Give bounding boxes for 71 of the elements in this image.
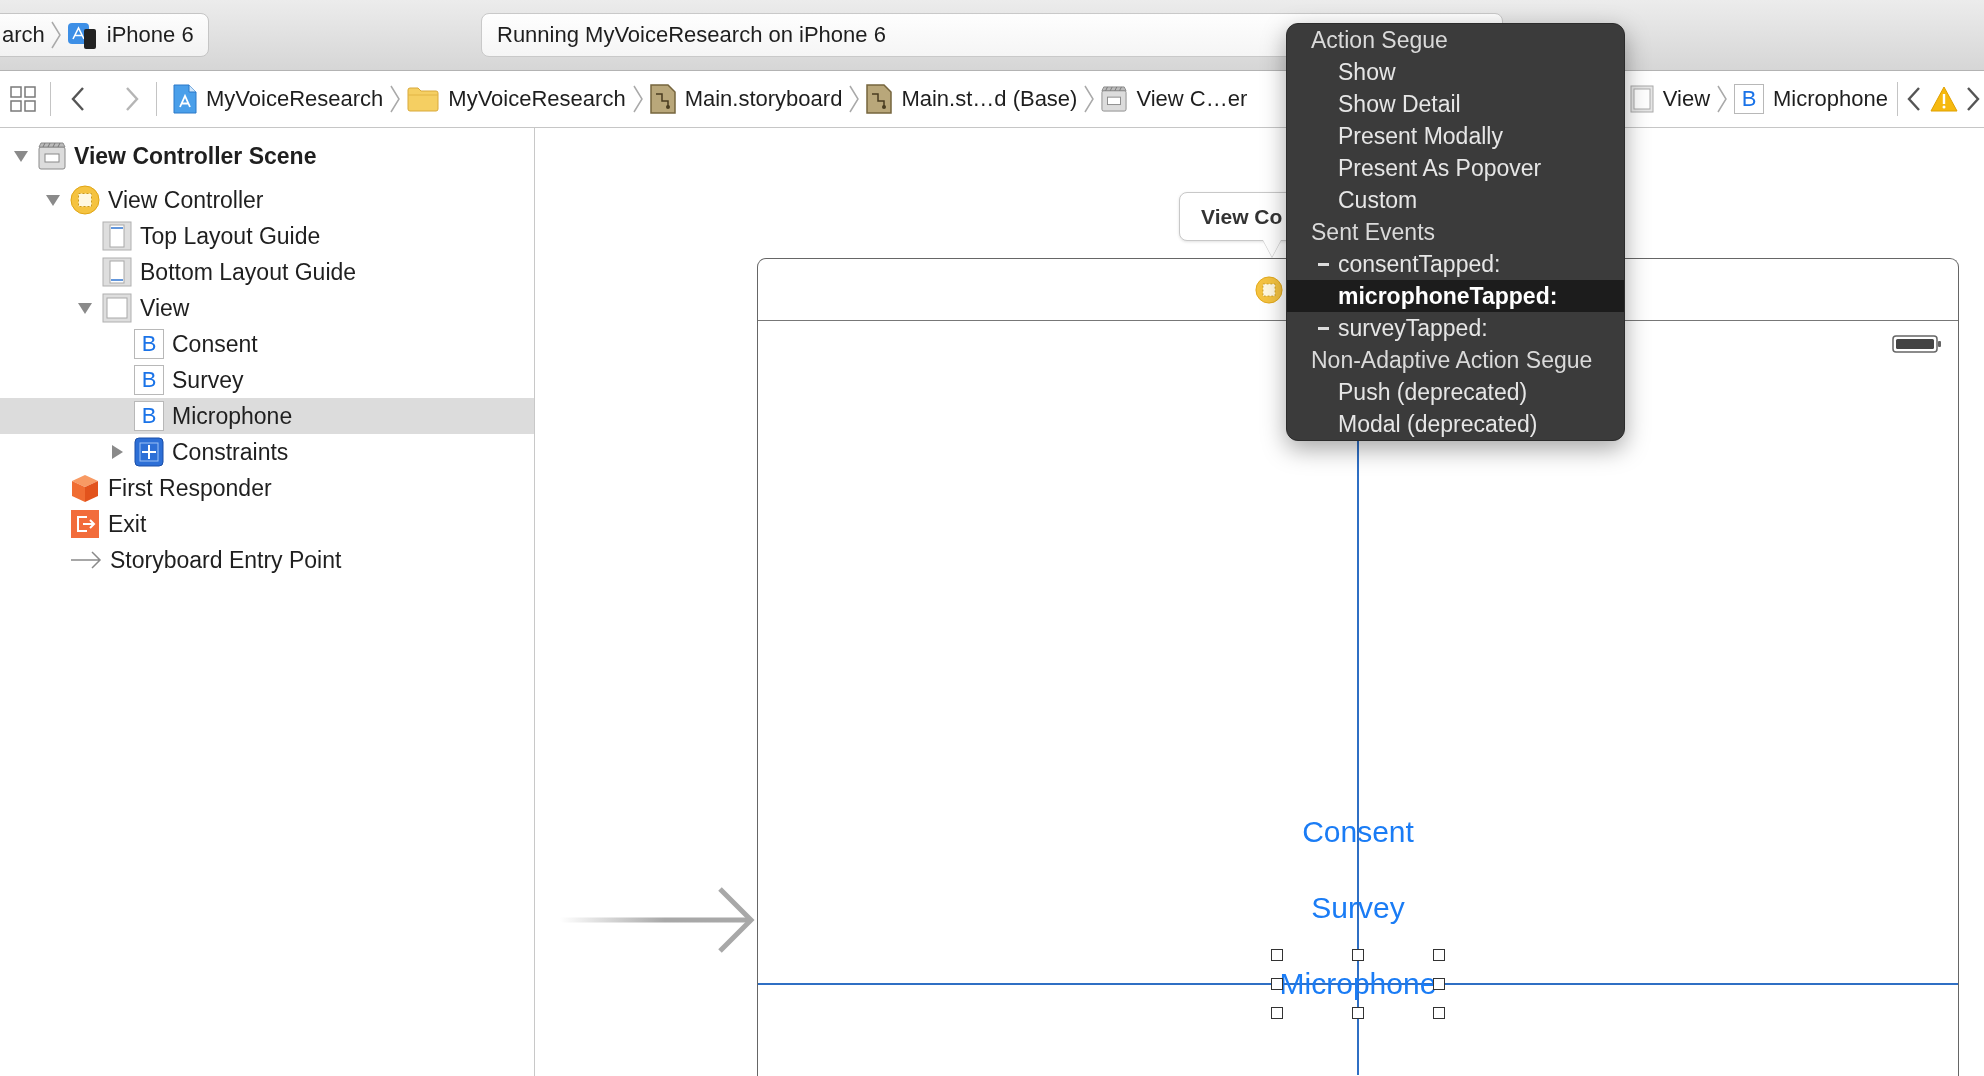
chevron-icon — [1717, 85, 1728, 113]
menu-item[interactable]: Show Detail — [1287, 88, 1624, 120]
chevron-icon — [50, 21, 61, 49]
path-item[interactable]: MyVoiceResearch — [173, 84, 384, 114]
cube-icon — [70, 473, 100, 503]
outline-item[interactable]: First Responder — [0, 470, 534, 506]
menu-section-header: Non-Adaptive Action Segue — [1310, 346, 1594, 375]
back-icon[interactable] — [71, 87, 85, 111]
menu-item[interactable]: microphoneTapped: — [1287, 280, 1624, 312]
disclosure-triangle-icon[interactable] — [109, 444, 125, 460]
disclosure-triangle-icon[interactable] — [45, 192, 61, 208]
clapboard-icon — [1101, 86, 1128, 112]
menu-item[interactable]: Show — [1287, 56, 1624, 88]
outline-item[interactable]: View — [0, 290, 534, 326]
storyboard-file-icon — [649, 84, 676, 114]
square-icon — [1629, 85, 1654, 113]
menu-section-header: Sent Events — [1310, 218, 1437, 247]
chevron-left-icon[interactable] — [1907, 87, 1921, 111]
battery-icon — [1892, 335, 1942, 353]
chevron-icon — [390, 85, 401, 113]
layout-guide-icon — [102, 221, 132, 251]
letter-tile-icon: B — [1734, 84, 1765, 114]
layout-guide-icon — [102, 257, 132, 287]
menu-item[interactable]: surveyTapped: — [1287, 312, 1624, 344]
dotted-square-circle-icon[interactable] — [1255, 275, 1283, 304]
grid-tile-icon — [134, 437, 164, 467]
menu-item[interactable]: Modal (deprecated) — [1287, 408, 1624, 440]
arrow-icon — [70, 550, 102, 570]
outline-item[interactable]: Top Layout Guide — [0, 218, 534, 254]
menu-section-header: Action Segue — [1310, 26, 1449, 55]
scheme-button[interactable]: arch — [2, 22, 45, 48]
letter-tile-icon: B — [134, 329, 164, 359]
square-icon — [102, 293, 132, 323]
disclosure-triangle-icon[interactable] — [77, 300, 93, 316]
letter-tile-icon: B — [134, 365, 164, 395]
path-item[interactable]: Main.st…d (Base) — [866, 84, 1078, 114]
outline-item[interactable]: B Microphone — [0, 398, 534, 434]
chevron-icon — [1084, 85, 1095, 113]
menu-item[interactable]: Present As Popover — [1287, 152, 1624, 184]
warning-icon[interactable] — [1930, 86, 1958, 112]
outline-item[interactable]: Storyboard Entry Point — [0, 542, 534, 578]
chevron-icon — [849, 85, 860, 113]
outline-item[interactable]: View Controller Scene — [0, 138, 534, 174]
path-item[interactable]: View C…er — [1101, 86, 1248, 112]
path-item[interactable]: View — [1629, 85, 1711, 113]
disclosure-triangle-icon[interactable] — [13, 148, 29, 164]
outline-item[interactable]: B Consent — [0, 326, 534, 362]
storyboard-file-icon — [866, 84, 893, 114]
path-item[interactable]: Main.storyboard — [649, 84, 843, 114]
menu-item[interactable]: consentTapped: — [1287, 248, 1624, 280]
app-phone-icon — [66, 20, 97, 50]
clapboard-icon — [38, 142, 66, 170]
chevron-right-icon[interactable] — [1966, 87, 1980, 111]
outline-item[interactable]: Exit — [0, 506, 534, 542]
folder-icon — [407, 86, 440, 112]
letter-tile-icon: B — [134, 401, 164, 431]
path-item[interactable]: MyVoiceResearch — [407, 86, 626, 112]
outline-item[interactable]: Bottom Layout Guide — [0, 254, 534, 290]
path-item[interactable]: B Microphone — [1734, 84, 1888, 114]
dotted-square-circle-icon — [70, 185, 100, 215]
outline-item[interactable]: View Controller — [0, 182, 534, 218]
menu-item[interactable]: Present Modally — [1287, 120, 1624, 152]
outline-item[interactable]: B Survey — [0, 362, 534, 398]
menu-item[interactable]: Custom — [1287, 184, 1624, 216]
app-document-icon — [173, 84, 197, 114]
exit-icon — [70, 509, 100, 539]
menu-item[interactable]: Push (deprecated) — [1287, 376, 1624, 408]
outline-item[interactable]: Constraints — [0, 434, 534, 470]
chevron-icon — [632, 85, 643, 113]
destination-button[interactable]: iPhone 6 — [66, 20, 194, 50]
grid-icon[interactable] — [10, 86, 36, 112]
